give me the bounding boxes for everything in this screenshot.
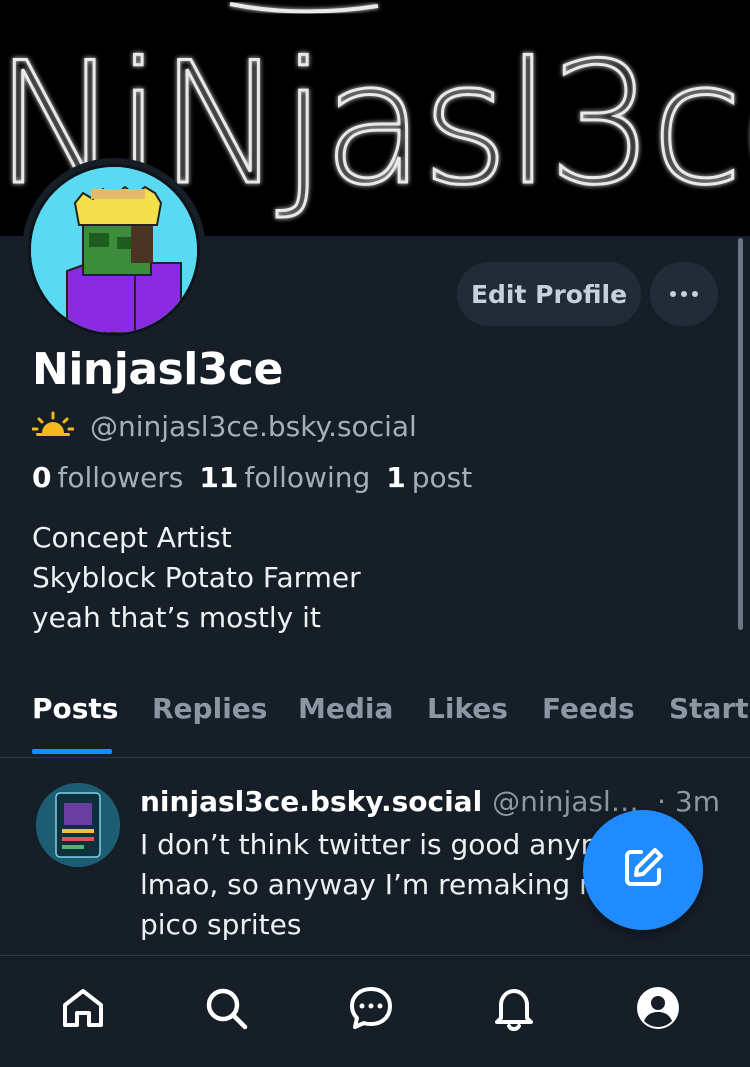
search-icon — [203, 985, 249, 1035]
nav-search[interactable] — [202, 986, 250, 1034]
nav-home[interactable] — [59, 986, 107, 1034]
bio-line: Concept Artist — [32, 521, 232, 554]
sunrise-icon — [31, 411, 75, 441]
bio-line: Skyblock Potato Farmer — [32, 561, 361, 594]
posts-stat: 1 post — [386, 461, 472, 494]
posts-label: post — [411, 461, 473, 494]
post-author-avatar[interactable] — [36, 783, 120, 867]
tab-feeds[interactable]: Feeds — [542, 692, 635, 725]
profile-tabs: Posts Replies Media Likes Feeds Starte — [0, 678, 750, 758]
handle-row: @ninjasl3ce.bsky.social — [31, 406, 417, 446]
profile-bio: Concept Artist Skyblock Potato Farmer ye… — [32, 518, 361, 638]
profile-avatar[interactable] — [22, 158, 206, 342]
following-label: following — [244, 461, 371, 494]
following-count: 11 — [199, 461, 239, 494]
compose-icon — [619, 844, 667, 896]
post-timestamp[interactable]: · 3m — [657, 785, 720, 818]
more-horizontal-icon — [670, 291, 698, 297]
nav-notifications[interactable] — [490, 986, 538, 1034]
avatar-image — [28, 164, 200, 336]
tab-likes[interactable]: Likes — [427, 692, 508, 725]
profile-stats: 0 followers 11 following 1 post — [32, 461, 472, 494]
bell-icon — [491, 985, 537, 1035]
followers-count: 0 — [32, 461, 52, 494]
following-link[interactable]: 11 following — [199, 461, 370, 494]
tab-media[interactable]: Media — [298, 692, 393, 725]
profile-handle: @ninjasl3ce.bsky.social — [90, 409, 417, 443]
display-name: Ninjasl3ce — [32, 344, 283, 395]
more-options-button[interactable] — [650, 262, 718, 326]
scrollbar[interactable] — [738, 238, 743, 630]
posts-count: 1 — [386, 461, 406, 494]
followers-link[interactable]: 0 followers — [32, 461, 183, 494]
compose-button[interactable] — [583, 810, 703, 930]
edit-profile-button[interactable]: Edit Profile — [457, 262, 641, 326]
chat-icon — [348, 985, 394, 1035]
profile-icon — [635, 985, 681, 1035]
followers-label: followers — [57, 461, 184, 494]
tab-starter-packs[interactable]: Starte — [669, 692, 750, 725]
nav-chat[interactable] — [347, 986, 395, 1034]
active-tab-indicator — [32, 749, 112, 754]
post-author-name[interactable]: ninjasl3ce.bsky.social — [140, 785, 482, 818]
nav-profile[interactable] — [634, 986, 682, 1034]
bio-line: yeah that’s mostly it — [32, 601, 321, 634]
edit-profile-label: Edit Profile — [470, 279, 628, 309]
tab-posts[interactable]: Posts — [32, 692, 118, 725]
bottom-navigation — [0, 955, 750, 1067]
tab-replies[interactable]: Replies — [152, 692, 267, 725]
home-icon — [60, 985, 106, 1035]
